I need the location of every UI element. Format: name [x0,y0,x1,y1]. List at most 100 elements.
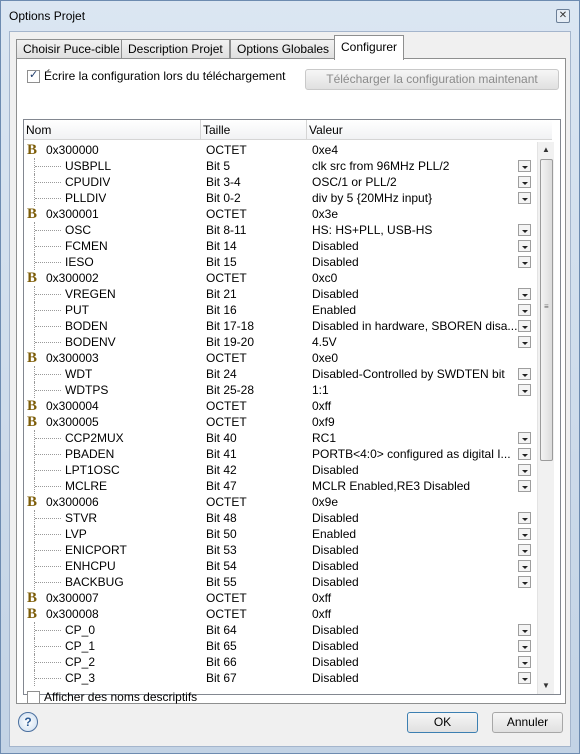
tree-connector [35,518,61,519]
setting-row[interactable]: MCLRE Bit 47 MCLR Enabled,RE3 Disabled [24,478,536,494]
setting-row[interactable]: IESO Bit 15 Disabled [24,254,536,270]
value-dropdown-icon[interactable] [518,304,531,316]
title-bar[interactable]: Options Projet ✕ [1,1,579,31]
setting-row[interactable]: ENHCPU Bit 54 Disabled [24,558,536,574]
value-dropdown-icon[interactable] [518,560,531,572]
group-row[interactable]: B 0x300000 OCTET 0xe4 [24,142,536,158]
scroll-thumb[interactable]: ≡ [540,159,553,461]
group-row[interactable]: B 0x300007 OCTET 0xff [24,590,536,606]
group-row[interactable]: B 0x300003 OCTET 0xe0 [24,350,536,366]
group-row[interactable]: B 0x300002 OCTET 0xc0 [24,270,536,286]
setting-row[interactable]: CP_2 Bit 66 Disabled [24,654,536,670]
setting-row[interactable]: CPUDIV Bit 3-4 OSC/1 or PLL/2 [24,174,536,190]
row-value: MCLR Enabled,RE3 Disabled [312,479,471,493]
column-divider[interactable] [200,120,201,140]
value-dropdown-icon[interactable] [518,656,531,668]
row-size: Bit 15 [206,255,237,269]
setting-row[interactable]: CCP2MUX Bit 40 RC1 [24,430,536,446]
value-dropdown-icon[interactable] [518,464,531,476]
setting-row[interactable]: STVR Bit 48 Disabled [24,510,536,526]
column-header-valeur[interactable]: Valeur [309,123,343,137]
value-dropdown-icon[interactable] [518,384,531,396]
value-dropdown-icon[interactable] [518,640,531,652]
descriptive-names-checkbox[interactable] [27,691,40,704]
setting-row[interactable]: VREGEN Bit 21 Disabled [24,286,536,302]
tree-connector [35,342,61,343]
setting-row[interactable]: PLLDIV Bit 0-2 div by 5 {20MHz input} [24,190,536,206]
row-name: WDTPS [65,383,109,397]
value-dropdown-icon[interactable] [518,576,531,588]
setting-row[interactable]: LPT1OSC Bit 42 Disabled [24,462,536,478]
setting-row[interactable]: CP_1 Bit 65 Disabled [24,638,536,654]
setting-row[interactable]: PBADEN Bit 41 PORTB<4:0> configured as dig… [24,446,536,462]
group-row[interactable]: B 0x300001 OCTET 0x3e [24,206,536,222]
setting-row[interactable]: LVP Bit 50 Enabled [24,526,536,542]
tab-configurer[interactable]: Configurer [334,35,405,60]
value-dropdown-icon[interactable] [518,528,531,540]
tree-connector [35,566,61,567]
write-config-checkbox[interactable] [27,68,40,83]
value-dropdown-icon[interactable] [518,192,531,204]
value-dropdown-icon[interactable] [518,432,531,444]
value-dropdown-icon[interactable] [518,160,531,172]
descriptive-names-label: Afficher des noms descriptifs [44,690,198,704]
setting-row[interactable]: USBPLL Bit 5 clk src from 96MHz PLL/2 [24,158,536,174]
row-value: PORTB<4:0> configured as digital I... [312,447,511,461]
value-dropdown-icon[interactable] [518,672,531,684]
column-header-nom[interactable]: Nom [26,123,51,137]
setting-row[interactable]: BACKBUG Bit 55 Disabled [24,574,536,590]
setting-row[interactable]: OSC Bit 8-11 HS: HS+PLL, USB-HS [24,222,536,238]
setting-row[interactable]: BODEN Bit 17-18 Disabled in hardware, SBOR… [24,318,536,334]
row-size: OCTET [206,607,247,621]
value-dropdown-icon[interactable] [518,624,531,636]
setting-row[interactable]: ENICPORT Bit 53 Disabled [24,542,536,558]
group-row[interactable]: B 0x300004 OCTET 0xff [24,398,536,414]
value-dropdown-icon[interactable] [518,448,531,460]
scroll-down-icon[interactable]: ▼ [538,678,554,694]
value-dropdown-icon[interactable] [518,336,531,348]
value-dropdown-icon[interactable] [518,288,531,300]
close-icon[interactable]: ✕ [556,9,570,23]
row-value: Disabled [312,543,359,557]
dialog-body: Choisir Puce-cible Description Projet Op… [9,31,571,747]
setting-row[interactable]: FCMEN Bit 14 Disabled [24,238,536,254]
row-size: Bit 47 [206,479,237,493]
setting-row[interactable]: WDTPS Bit 25-28 1:1 [24,382,536,398]
tab-description-projet[interactable]: Description Projet [121,39,230,59]
byte-group-icon: B [27,590,38,606]
row-size: Bit 3-4 [206,175,241,189]
row-name: BACKBUG [65,575,124,589]
setting-row[interactable]: CP_0 Bit 64 Disabled [24,622,536,638]
download-config-button[interactable]: Télécharger la configuration maintenant [305,69,559,90]
cancel-button[interactable]: Annuler [492,712,563,733]
setting-row[interactable]: CP_3 Bit 67 Disabled [24,670,536,686]
scroll-up-icon[interactable]: ▲ [538,142,554,158]
row-value: Enabled [312,527,357,541]
setting-row[interactable]: WDT Bit 24 Disabled-Controlled by SWDTEN b… [24,366,536,382]
column-header-taille[interactable]: Taille [203,123,230,137]
value-dropdown-icon[interactable] [518,176,531,188]
row-value: Disabled [312,287,359,301]
group-row[interactable]: B 0x300005 OCTET 0xf9 [24,414,536,430]
value-dropdown-icon[interactable] [518,224,531,236]
column-divider[interactable] [306,120,307,140]
row-value: RC1 [312,431,337,445]
tab-options-globales[interactable]: Options Globales [230,39,337,59]
value-dropdown-icon[interactable] [518,320,531,332]
help-icon[interactable]: ? [18,712,38,732]
value-dropdown-icon[interactable] [518,480,531,492]
setting-row[interactable]: BODENV Bit 19-20 4.5V [24,334,536,350]
vertical-scrollbar[interactable]: ▲ ≡ ▼ [537,142,554,694]
group-row[interactable]: B 0x300008 OCTET 0xff [24,606,536,622]
tree-connector [35,374,61,375]
value-dropdown-icon[interactable] [518,512,531,524]
ok-button[interactable]: OK [407,712,478,733]
value-dropdown-icon[interactable] [518,256,531,268]
value-dropdown-icon[interactable] [518,240,531,252]
value-dropdown-icon[interactable] [518,544,531,556]
value-dropdown-icon[interactable] [518,368,531,380]
setting-row[interactable]: PUT Bit 16 Enabled [24,302,536,318]
group-row[interactable]: B 0x300006 OCTET 0x9e [24,494,536,510]
tab-choisir-puce-cible[interactable]: Choisir Puce-cible [16,39,127,59]
row-size: Bit 67 [206,671,237,685]
